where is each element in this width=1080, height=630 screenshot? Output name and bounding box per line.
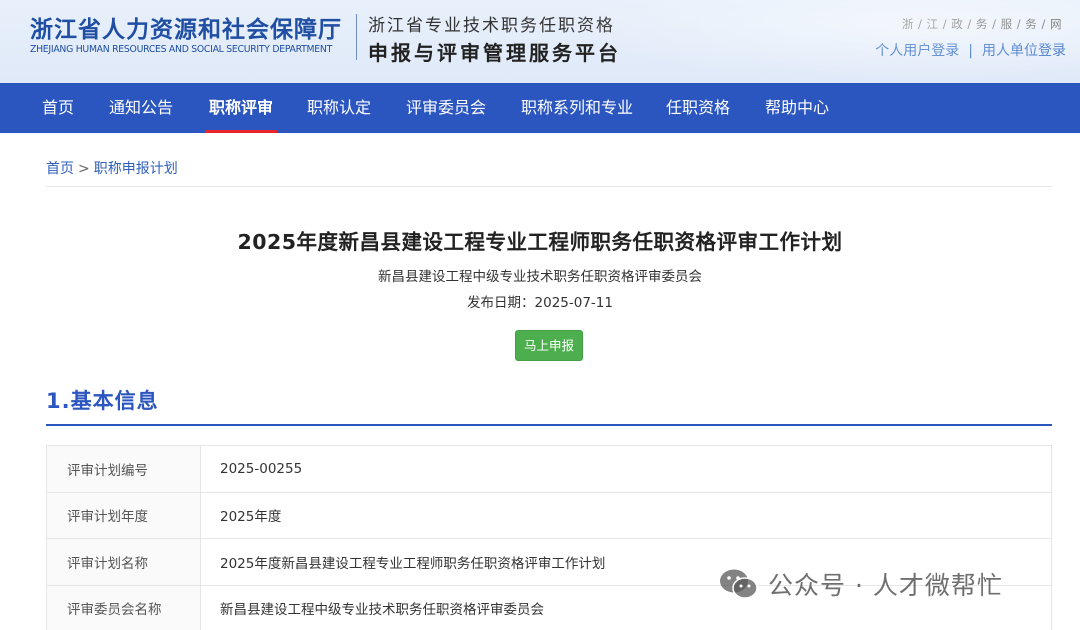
row-value: 2025年度 (200, 491, 1052, 539)
row-label: 评审计划编号 (46, 445, 201, 493)
row-label: 评审计划名称 (46, 538, 201, 586)
committee-name: 新昌县建设工程中级专业技术职务任职资格评审委员会 (378, 269, 702, 285)
nav-item-title-series[interactable]: 职称系列和专业 (521, 83, 633, 133)
unit-login-link[interactable]: 用人单位登录 (982, 43, 1066, 59)
main-nav: 首页 通知公告 职称评审 职称认定 评审委员会 职称系列和专业 任职资格 帮助中… (0, 83, 1080, 133)
apply-now-button[interactable]: 马上申报 (515, 330, 583, 361)
breadcrumb: 首页 > 职称申报计划 (46, 158, 178, 178)
nav-item-title-recognition[interactable]: 职称认定 (307, 83, 371, 133)
login-links: 个人用户登录 | 用人单位登录 (875, 40, 1066, 60)
nav-item-home[interactable]: 首页 (42, 83, 74, 133)
personal-login-link[interactable]: 个人用户登录 (875, 43, 959, 59)
basic-info-table: 评审计划编号 2025-00255 评审计划年度 2025年度 评审计划名称 2… (46, 445, 1052, 630)
org-title[interactable]: 浙江省人力资源和社会保障厅 (30, 10, 342, 44)
platform-name-line2: 申报与评审管理服务平台 (368, 41, 621, 65)
watermark-text: 公众号 · 人才微帮忙 (768, 571, 1003, 600)
table-row: 评审计划编号 2025-00255 (46, 445, 1052, 493)
nav-item-title-review[interactable]: 职称评审 (204, 83, 278, 133)
wechat-icon (720, 569, 758, 599)
page-title: 2025年度新昌县建设工程专业工程师职务任职资格评审工作计划 (237, 230, 843, 254)
breadcrumb-current-link[interactable]: 职称申报计划 (94, 161, 178, 177)
gov-service-link[interactable]: 浙 / 江 / 政 / 务 / 服 / 务 / 网 (902, 16, 1062, 32)
site-header: 浙江省人力资源和社会保障厅 ZHEJIANG HUMAN RESOURCES A… (0, 0, 1080, 83)
section-title-basic-info: 1.基本信息 (46, 389, 159, 413)
row-value: 2025-00255 (200, 445, 1052, 493)
nav-item-notices[interactable]: 通知公告 (109, 83, 173, 133)
section-divider (46, 424, 1052, 426)
breadcrumb-divider (46, 186, 1052, 187)
nav-item-qualifications[interactable]: 任职资格 (666, 83, 730, 133)
watermark: 公众号 · 人才微帮忙 (718, 566, 1003, 602)
row-label: 评审计划年度 (46, 491, 201, 539)
row-label: 评审委员会名称 (46, 584, 201, 630)
breadcrumb-arrow: > (78, 161, 90, 177)
publish-date: 发布日期：2025-07-11 (467, 295, 613, 311)
breadcrumb-home-link[interactable]: 首页 (46, 161, 74, 177)
table-row: 评审计划年度 2025年度 (46, 491, 1052, 539)
nav-item-review-committee[interactable]: 评审委员会 (406, 83, 486, 133)
org-subtitle: ZHEJIANG HUMAN RESOURCES AND SOCIAL SECU… (30, 44, 332, 55)
header-divider (356, 14, 357, 60)
platform-name-line1: 浙江省专业技术职务任职资格 (368, 16, 615, 36)
login-separator: | (968, 43, 973, 59)
nav-item-help-center[interactable]: 帮助中心 (765, 83, 829, 133)
